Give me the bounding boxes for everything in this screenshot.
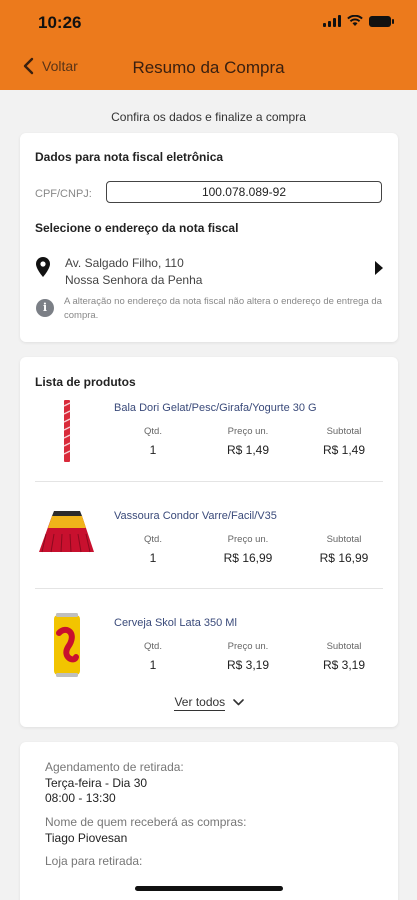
schedule-day: Terça-feira - Dia 30 — [45, 776, 148, 790]
schedule-time: 08:00 - 13:30 — [45, 791, 116, 805]
receiver-name: Tiago Piovesan — [45, 831, 128, 845]
price-value: R$ 1,49 — [226, 443, 270, 457]
price-header: Preço un. — [227, 426, 269, 437]
page-subtitle: Confira os dados e finalize a compra — [111, 110, 306, 124]
subtotal-column: Subtotal R$ 1,49 — [314, 426, 374, 457]
subtotal-column: Subtotal R$ 3,19 — [314, 641, 374, 672]
cpf-label: CPF/CNPJ: — [35, 188, 92, 200]
price-column: Preço un. R$ 3,19 — [216, 641, 280, 672]
info-text: A alteração no endereço da nota fiscal n… — [64, 296, 382, 321]
invoice-card: Dados para nota fiscal eletrônica CPF/CN… — [20, 133, 398, 342]
divider — [35, 481, 383, 482]
receiver-label: Nome de quem receberá as compras: — [45, 815, 247, 829]
address-heading: Selecione o endereço da nota fiscal — [35, 221, 239, 235]
schedule-label: Agendamento de retirada: — [45, 760, 184, 774]
store-label: Loja para retirada: — [45, 854, 143, 868]
qty-header: Qtd. — [144, 426, 162, 437]
address-line1: Av. Salgado Filho, 110 — [65, 256, 184, 270]
subtotal-header: Subtotal — [326, 534, 362, 545]
subtotal-value: R$ 16,99 — [319, 551, 369, 565]
app-header: 10:26 Voltar Resumo da Compra — [0, 0, 417, 90]
wifi-icon — [347, 15, 363, 26]
qty-value: 1 — [149, 551, 157, 565]
qty-header: Qtd. — [144, 534, 162, 545]
pickup-card: Agendamento de retirada: Terça-feira - D… — [20, 742, 398, 900]
product-row: Bala Dori Gelat/Pesc/Girafa/Yogurte 30 G… — [20, 395, 398, 502]
product-name: Vassoura Condor Varre/Facil/V35 — [114, 510, 277, 522]
subtotal-value: R$ 3,19 — [322, 658, 366, 672]
see-all-button[interactable]: Ver todos — [20, 695, 398, 711]
status-time: 10:26 — [38, 13, 82, 32]
qty-header: Qtd. — [144, 641, 162, 652]
product-name: Cerveja Skol Lata 350 Ml — [114, 617, 237, 629]
signal-icon — [323, 15, 341, 27]
qty-column: Qtd. 1 — [136, 641, 170, 672]
see-all-label: Ver todos — [174, 695, 226, 711]
price-header: Preço un. — [227, 641, 269, 652]
invoice-heading: Dados para nota fiscal eletrônica — [35, 150, 224, 164]
cpf-field[interactable]: 100.078.089-92 — [106, 181, 382, 203]
location-pin-icon — [36, 257, 50, 277]
candy-stick-icon — [63, 400, 71, 462]
qty-column: Qtd. 1 — [136, 426, 170, 457]
products-card: Lista de produtos Bala Dori Gelat/Pesc/G… — [20, 357, 398, 727]
qty-column: Qtd. 1 — [136, 534, 170, 565]
price-header: Preço un. — [227, 534, 269, 545]
price-value: R$ 16,99 — [223, 551, 273, 565]
subtotal-header: Subtotal — [326, 641, 362, 652]
battery-icon — [369, 15, 394, 27]
page-title: Resumo da Compra — [132, 58, 285, 77]
info-icon: i — [36, 299, 54, 317]
price-column: Preço un. R$ 1,49 — [216, 426, 280, 457]
divider — [35, 588, 383, 589]
chevron-right-icon — [375, 261, 383, 275]
subtotal-value: R$ 1,49 — [322, 443, 366, 457]
status-icons — [323, 15, 394, 27]
chevron-down-icon — [232, 699, 244, 706]
address-line2: Nossa Senhora da Penha — [65, 273, 203, 287]
subtotal-column: Subtotal R$ 16,99 — [314, 534, 374, 565]
price-column: Preço un. R$ 16,99 — [216, 534, 280, 565]
product-row: Vassoura Condor Varre/Facil/V35 Qtd. 1 P… — [20, 503, 398, 610]
product-name: Bala Dori Gelat/Pesc/Girafa/Yogurte 30 G — [114, 402, 317, 414]
broom-icon — [39, 511, 94, 553]
price-value: R$ 3,19 — [226, 658, 270, 672]
beer-can-icon — [54, 613, 80, 677]
qty-value: 1 — [149, 658, 157, 672]
qty-value: 1 — [149, 443, 157, 457]
products-heading: Lista de produtos — [35, 375, 136, 389]
subtotal-header: Subtotal — [326, 426, 362, 437]
home-indicator — [135, 886, 283, 891]
